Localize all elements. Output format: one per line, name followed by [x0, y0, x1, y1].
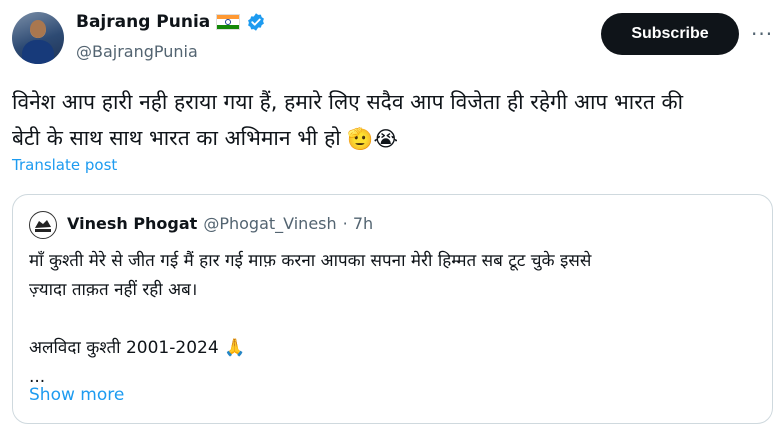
quoted-post-text: माँ कुश्ती मेरे से जीत गई मैं हार गई माफ… [29, 247, 759, 392]
crying-face-icon: 😭 [373, 127, 399, 151]
tweet-text-line-with-emoji: बेटी के साथ साथ भारत का अभिमान भी हो 🫡😭 [12, 120, 772, 157]
quoted-author-handle[interactable]: @Phogat_Vinesh [203, 214, 336, 233]
tweet-text-line: बेटी के साथ साथ भारत का अभिमान भी हो [12, 126, 341, 150]
quoted-text-line: अलविदा कुश्ती 2001-2024 [29, 338, 219, 358]
author-avatar[interactable] [12, 12, 64, 64]
more-options-icon[interactable]: ··· [751, 24, 773, 44]
tweet-text-line: विनेश आप हारी नही हराया गया हैं, हमारे ल… [12, 90, 684, 114]
avatar-figure-body [22, 40, 54, 64]
author-name-row: Bajrang Punia [76, 12, 266, 32]
show-more-link[interactable]: Show more [29, 385, 131, 405]
avatar-figure-head [30, 20, 46, 38]
author-name[interactable]: Bajrang Punia [76, 12, 210, 32]
quoted-author-row: Vinesh Phogat @Phogat_Vinesh · 7h [67, 214, 373, 233]
quoted-text-line-with-emoji: अलविदा कुश्ती 2001-2024 🙏 [29, 334, 759, 363]
quoted-text-line: ज़्यादा ताक़त नहीं रही अब। [29, 280, 198, 300]
quoted-text-ellipsis: ... [29, 367, 46, 387]
quoted-text-blank-line [29, 305, 759, 334]
quoted-post-card[interactable]: Vinesh Phogat @Phogat_Vinesh · 7h माँ कु… [12, 194, 773, 424]
verified-badge-icon[interactable] [246, 12, 266, 32]
quoted-author-avatar[interactable] [29, 211, 57, 239]
praying-hands-icon: 🙏 [224, 338, 246, 358]
quoted-author-name[interactable]: Vinesh Phogat [67, 214, 197, 233]
india-flag-icon [216, 14, 241, 30]
subscribe-button[interactable]: Subscribe [601, 13, 739, 55]
translate-post-link[interactable]: Translate post [12, 156, 117, 174]
quoted-post-time[interactable]: · 7h [343, 214, 374, 233]
wrestler-logo-icon [35, 220, 51, 232]
saluting-face-icon: 🫡 [347, 127, 374, 151]
quoted-text-line: माँ कुश्ती मेरे से जीत गई मैं हार गई माफ… [29, 251, 592, 271]
tweet-text: विनेश आप हारी नही हराया गया हैं, हमारे ल… [12, 84, 772, 157]
author-handle[interactable]: @BajrangPunia [76, 42, 198, 61]
